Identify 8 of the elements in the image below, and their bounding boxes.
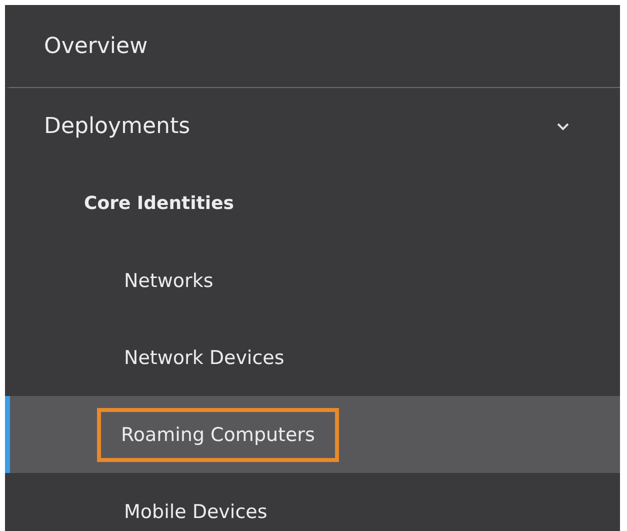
nav-item[interactable]: Network Devices <box>124 346 284 368</box>
nav-item[interactable]: Overview <box>44 34 148 58</box>
nav-item[interactable]: Roaming Computers <box>97 408 339 462</box>
nav-item[interactable]: Mobile Devices <box>124 500 268 522</box>
chevron-icon[interactable] <box>556 122 570 132</box>
nav-item[interactable]: Core Identities <box>84 193 234 214</box>
nav-item[interactable]: Networks <box>124 270 214 292</box>
nav-item[interactable]: Deployments <box>44 114 190 139</box>
